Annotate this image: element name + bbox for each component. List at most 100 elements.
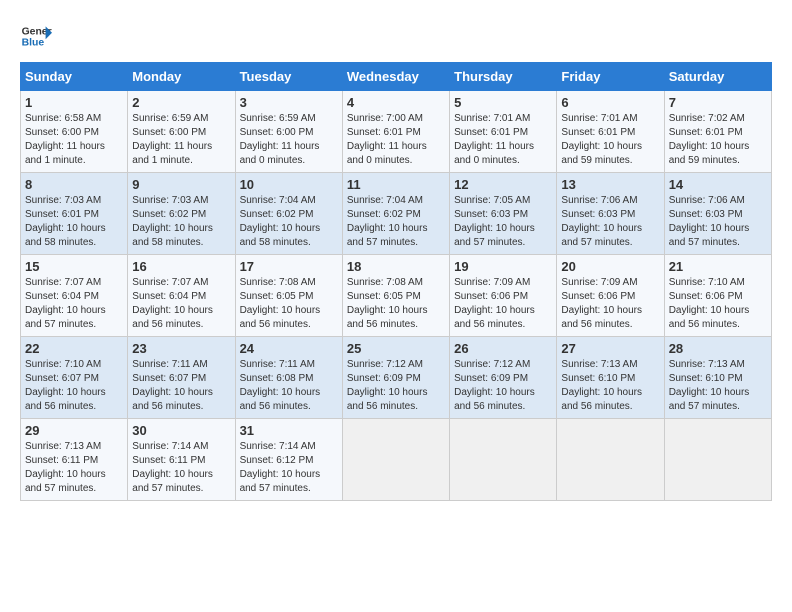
sunrise: Sunrise: 7:11 AM	[240, 359, 315, 370]
sunrise: Sunrise: 7:13 AM	[25, 441, 101, 452]
sunrise: Sunrise: 7:09 AM	[454, 277, 530, 288]
sunrise: Sunrise: 7:01 AM	[454, 113, 530, 124]
daylight: Daylight: 10 hours and 57 minutes.	[454, 223, 535, 248]
day-number: 19	[454, 259, 552, 274]
calendar-cell: 24 Sunrise: 7:11 AM Sunset: 6:08 PM Dayligh…	[235, 337, 342, 419]
day-number: 21	[669, 259, 767, 274]
day-number: 12	[454, 177, 552, 192]
header-day-thursday: Thursday	[450, 63, 557, 91]
sunset: Sunset: 6:10 PM	[561, 373, 635, 384]
day-info: Sunrise: 7:09 AMSunset: 6:06 PMDaylight:…	[454, 276, 552, 332]
sunset: Sunset: 6:07 PM	[25, 373, 99, 384]
day-info: Sunrise: 7:10 AM Sunset: 6:07 PM Daylight:…	[25, 358, 123, 414]
daylight: Daylight: 10 hours and 58 minutes.	[25, 223, 106, 248]
calendar-cell: 14Sunrise: 7:06 AMSunset: 6:03 PMDayligh…	[664, 173, 771, 255]
calendar-body: 1Sunrise: 6:58 AMSunset: 6:00 PMDaylight…	[21, 91, 772, 501]
day-info: Sunrise: 7:00 AM Sunset: 6:01 PM Daylight:…	[347, 112, 445, 168]
day-info: Sunrise: 7:03 AMSunset: 6:02 PMDaylight:…	[132, 194, 230, 250]
calendar-cell	[557, 419, 664, 501]
day-info: Sunrise: 7:14 AMSunset: 6:12 PMDaylight:…	[240, 440, 338, 496]
calendar-cell: 31Sunrise: 7:14 AMSunset: 6:12 PMDayligh…	[235, 419, 342, 501]
calendar-cell: 6 Sunrise: 7:01 AMSunset: 6:01 PMDaylight…	[557, 91, 664, 173]
daylight: Daylight: 10 hours and 56 minutes.	[240, 387, 321, 412]
sunset: Sunset: 6:01 PM	[669, 127, 743, 138]
sunrise: Sunrise: 7:01 AM	[561, 113, 637, 124]
day-number: 30	[132, 423, 230, 438]
day-number: 13	[561, 177, 659, 192]
day-info: Sunrise: 6:59 AMSunset: 6:00 PMDaylight:…	[240, 112, 338, 168]
daylight: Daylight: 11 hours and 0 minutes.	[454, 141, 534, 166]
calendar-week-0: 1Sunrise: 6:58 AMSunset: 6:00 PMDaylight…	[21, 91, 772, 173]
day-info: Sunrise: 7:14 AMSunset: 6:11 PMDaylight:…	[132, 440, 230, 496]
calendar-cell: 22 Sunrise: 7:10 AM Sunset: 6:07 PM Dayligh…	[21, 337, 128, 419]
day-info: Sunrise: 7:01 AMSunset: 6:01 PMDaylight:…	[561, 112, 659, 168]
daylight: Daylight: 10 hours and 56 minutes.	[454, 387, 535, 412]
sunrise: Sunrise: 7:08 AM	[240, 277, 316, 288]
daylight: Daylight: 10 hours and 56 minutes.	[240, 305, 321, 330]
sunset: Sunset: 6:02 PM	[132, 209, 206, 220]
day-info: Sunrise: 7:05 AMSunset: 6:03 PMDaylight:…	[454, 194, 552, 250]
day-number: 3	[240, 95, 338, 110]
sunset: Sunset: 6:03 PM	[454, 209, 528, 220]
sunrise: Sunrise: 7:12 AM	[454, 359, 530, 370]
day-info: Sunrise: 7:12 AM Sunset: 6:09 PM Daylight:…	[454, 358, 552, 414]
calendar-week-4: 29Sunrise: 7:13 AMSunset: 6:11 PMDayligh…	[21, 419, 772, 501]
day-number: 14	[669, 177, 767, 192]
sunrise: Sunrise: 7:09 AM	[561, 277, 637, 288]
daylight: Daylight: 10 hours and 57 minutes.	[132, 469, 213, 494]
day-info: Sunrise: 7:07 AMSunset: 6:04 PMDaylight:…	[25, 276, 123, 332]
sunset: Sunset: 6:08 PM	[240, 373, 314, 384]
calendar-cell: 9Sunrise: 7:03 AMSunset: 6:02 PMDaylight…	[128, 173, 235, 255]
sunset: Sunset: 6:11 PM	[132, 455, 205, 466]
sunset: Sunset: 6:05 PM	[240, 291, 314, 302]
calendar-cell: 25Sunrise: 7:12 AMSunset: 6:09 PMDayligh…	[342, 337, 449, 419]
sunrise: Sunrise: 7:04 AM	[347, 195, 423, 206]
header-day-sunday: Sunday	[21, 63, 128, 91]
daylight: Daylight: 10 hours and 57 minutes.	[240, 469, 321, 494]
calendar-table: SundayMondayTuesdayWednesdayThursdayFrid…	[20, 62, 772, 501]
calendar-cell	[342, 419, 449, 501]
daylight: Daylight: 10 hours and 56 minutes.	[132, 305, 213, 330]
calendar-week-2: 15Sunrise: 7:07 AMSunset: 6:04 PMDayligh…	[21, 255, 772, 337]
sunset: Sunset: 6:02 PM	[240, 209, 314, 220]
calendar-cell: 2Sunrise: 6:59 AMSunset: 6:00 PMDaylight…	[128, 91, 235, 173]
calendar-cell: 19 Sunrise: 7:09 AMSunset: 6:06 PMDayligh…	[450, 255, 557, 337]
sunset: Sunset: 6:12 PM	[240, 455, 314, 466]
sunrise: Sunrise: 7:10 AM	[25, 359, 101, 370]
daylight: Daylight: 11 hours and 0 minutes.	[347, 141, 427, 166]
sunrise: Sunrise: 7:00 AM	[347, 113, 423, 124]
sunrise: Sunrise: 7:11 AM	[132, 359, 207, 370]
sunset: Sunset: 6:09 PM	[454, 373, 528, 384]
day-number: 22	[25, 341, 123, 356]
daylight: Daylight: 10 hours and 59 minutes.	[561, 141, 642, 166]
sunset: Sunset: 6:11 PM	[25, 455, 98, 466]
sunset: Sunset: 6:04 PM	[132, 291, 206, 302]
day-number: 28	[669, 341, 767, 356]
calendar-cell: 5Sunrise: 7:01 AMSunset: 6:01 PMDaylight…	[450, 91, 557, 173]
daylight: Daylight: 10 hours and 56 minutes.	[669, 305, 750, 330]
daylight: Daylight: 10 hours and 59 minutes.	[669, 141, 750, 166]
calendar-week-1: 8Sunrise: 7:03 AMSunset: 6:01 PMDaylight…	[21, 173, 772, 255]
calendar-cell: 16Sunrise: 7:07 AMSunset: 6:04 PMDayligh…	[128, 255, 235, 337]
calendar-cell: 1Sunrise: 6:58 AMSunset: 6:00 PMDaylight…	[21, 91, 128, 173]
day-number: 24	[240, 341, 338, 356]
day-number: 18	[347, 259, 445, 274]
sunset: Sunset: 6:10 PM	[669, 373, 743, 384]
sunset: Sunset: 6:01 PM	[347, 127, 421, 138]
sunrise: Sunrise: 7:03 AM	[132, 195, 208, 206]
daylight: Daylight: 10 hours and 56 minutes.	[25, 387, 106, 412]
calendar-cell: 23Sunrise: 7:11 AMSunset: 6:07 PMDayligh…	[128, 337, 235, 419]
sunrise: Sunrise: 7:06 AM	[669, 195, 745, 206]
day-number: 5	[454, 95, 552, 110]
header-day-wednesday: Wednesday	[342, 63, 449, 91]
sunrise: Sunrise: 7:13 AM	[561, 359, 637, 370]
day-info: Sunrise: 7:13 AMSunset: 6:10 PMDaylight:…	[561, 358, 659, 414]
day-number: 6	[561, 95, 659, 110]
sunrise: Sunrise: 6:59 AM	[132, 113, 208, 124]
sunset: Sunset: 6:06 PM	[561, 291, 635, 302]
day-number: 7	[669, 95, 767, 110]
calendar-cell: 15Sunrise: 7:07 AMSunset: 6:04 PMDayligh…	[21, 255, 128, 337]
logo: General Blue	[20, 20, 52, 52]
day-info: Sunrise: 7:09 AMSunset: 6:06 PMDaylight:…	[561, 276, 659, 332]
day-info: Sunrise: 7:02 AMSunset: 6:01 PMDaylight:…	[669, 112, 767, 168]
